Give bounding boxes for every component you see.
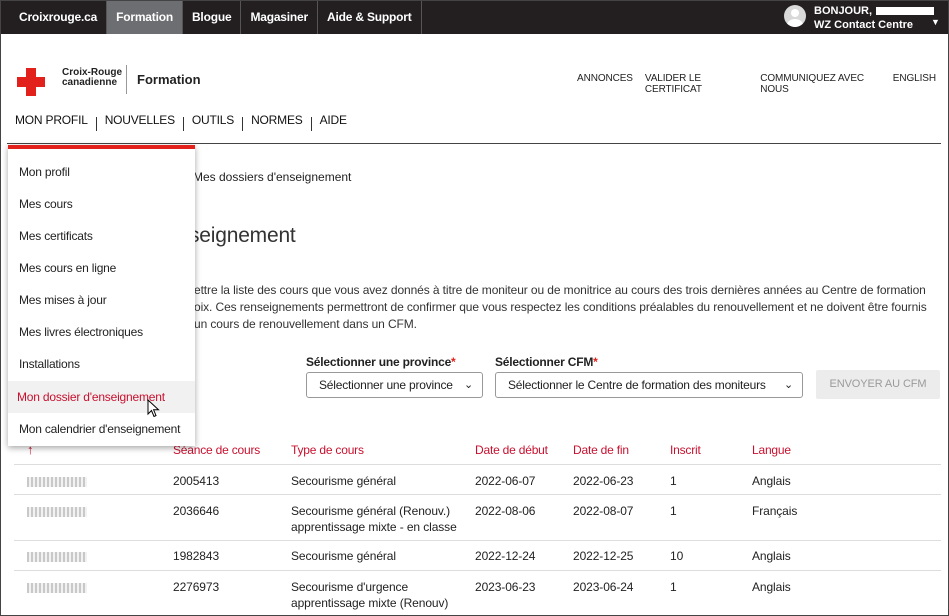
nav-divider xyxy=(95,117,97,131)
org-name[interactable]: Croix-Rouge canadienne xyxy=(62,68,122,88)
col-type[interactable]: Type de cours xyxy=(291,443,364,457)
red-cross-logo-icon[interactable] xyxy=(17,68,45,96)
cell-seance: 2005413 xyxy=(173,474,220,488)
cell-langue: Anglais xyxy=(752,549,791,563)
menu-item-livres-electroniques[interactable]: Mes livres électroniques xyxy=(19,325,143,339)
redacted-id xyxy=(27,583,87,593)
menu-item-mes-certificats[interactable]: Mes certificats xyxy=(19,229,93,243)
cell-fin: 2022-08-07 xyxy=(573,504,634,518)
topnav-aide-support[interactable]: Aide & Support xyxy=(318,1,422,34)
breadcrumb: Mes dossiers d'enseignement xyxy=(193,170,352,184)
nav-nouvelles[interactable]: NOUVELLES xyxy=(105,113,175,131)
row-divider xyxy=(14,540,941,541)
cell-inscrit: 1 xyxy=(670,580,677,594)
send-to-cfm-button[interactable]: ENVOYER AU CFM xyxy=(816,370,940,399)
cell-type: Secourisme général xyxy=(291,549,396,563)
cfm-select[interactable]: Sélectionner le Centre de formation des … xyxy=(495,372,803,398)
link-english[interactable]: ENGLISH xyxy=(893,73,936,95)
row-divider xyxy=(14,570,941,571)
chevron-down-icon: ⌄ xyxy=(783,379,793,391)
nav-outils[interactable]: OUTILS xyxy=(192,113,234,131)
user-greeting: BONJOUR, xyxy=(814,5,873,17)
user-menu[interactable]: BONJOUR, WZ Contact Centre xyxy=(784,4,935,32)
menu-item-dossier-enseignement[interactable]: Mon dossier d'enseignement xyxy=(8,381,195,413)
cell-seance: 2276973 xyxy=(173,580,220,594)
cell-fin: 2023-06-24 xyxy=(573,580,634,594)
cell-debut: 2022-12-24 xyxy=(475,549,536,563)
cell-debut: 2022-08-06 xyxy=(475,504,536,518)
cell-fin: 2022-06-23 xyxy=(573,474,634,488)
topnav-croixrouge[interactable]: Croixrouge.ca xyxy=(10,1,108,34)
nav-normes[interactable]: NORMES xyxy=(251,113,303,131)
nav-underline xyxy=(7,143,941,144)
main-nav: MON PROFIL NOUVELLES OUTILS NORMES AIDE xyxy=(15,113,347,131)
logo-divider xyxy=(126,65,127,94)
nav-divider xyxy=(310,117,312,131)
topnav-formation[interactable]: Formation xyxy=(107,1,183,34)
nav-divider xyxy=(182,117,184,131)
cell-type: Secourisme général xyxy=(291,474,396,488)
nav-divider xyxy=(242,117,244,131)
menu-item-mes-mises-a-jour[interactable]: Mes mises à jour xyxy=(19,293,107,307)
user-org: WZ Contact Centre xyxy=(814,19,913,31)
province-label: Sélectionner une province* xyxy=(306,355,456,369)
menu-item-mon-profil[interactable]: Mon profil xyxy=(19,165,70,179)
cell-inscrit: 10 xyxy=(670,549,684,563)
cell-type: Secourisme d'urgence apprentissage mixte… xyxy=(291,580,449,610)
menu-item-installations[interactable]: Installations xyxy=(19,357,80,371)
cell-type: Secourisme général (Renouv.) apprentissa… xyxy=(291,504,457,534)
province-select[interactable]: Sélectionner une province ⌄ xyxy=(306,372,483,398)
redacted-id xyxy=(27,477,87,487)
menu-item-mes-cours-en-ligne[interactable]: Mes cours en ligne xyxy=(19,261,116,275)
cell-inscrit: 1 xyxy=(670,504,677,518)
cell-langue: Anglais xyxy=(752,580,791,594)
cell-debut: 2023-06-23 xyxy=(475,580,536,594)
redacted-name xyxy=(876,7,935,16)
topnav-blogue[interactable]: Blogue xyxy=(183,1,242,34)
cell-langue: Anglais xyxy=(752,474,791,488)
top-nav: Croixrouge.ca Formation Blogue Magasiner… xyxy=(10,1,422,34)
chevron-down-icon: ⌄ xyxy=(463,379,473,391)
cell-fin: 2022-12-25 xyxy=(573,549,634,563)
row-divider xyxy=(14,494,941,495)
cell-debut: 2022-06-07 xyxy=(475,474,536,488)
nav-mon-profil[interactable]: MON PROFIL xyxy=(15,113,88,131)
col-langue[interactable]: Langue xyxy=(752,443,791,457)
col-date-debut[interactable]: Date de début xyxy=(475,443,548,457)
link-valider-certificat[interactable]: VALIDER LE CERTIFICAT xyxy=(645,73,748,95)
cell-seance: 2036646 xyxy=(173,504,220,518)
top-bar: Croixrouge.ca Formation Blogue Magasiner… xyxy=(1,1,948,34)
link-annonces[interactable]: ANNONCES xyxy=(577,73,633,95)
nav-aide[interactable]: AIDE xyxy=(320,113,347,131)
row-divider xyxy=(14,464,941,465)
user-avatar-icon[interactable] xyxy=(784,5,806,27)
col-inscrit[interactable]: Inscrit xyxy=(670,443,701,457)
menu-item-calendrier-enseignement[interactable]: Mon calendrier d'enseignement xyxy=(19,422,180,436)
topnav-magasiner[interactable]: Magasiner xyxy=(241,1,318,34)
profile-dropdown-menu: Mon profil Mes cours Mes certificats Mes… xyxy=(8,145,195,446)
cell-seance: 1982843 xyxy=(173,549,220,563)
link-communiquez[interactable]: COMMUNIQUEZ AVEC NOUS xyxy=(760,73,881,95)
cfm-label: Sélectionner CFM* xyxy=(495,355,598,369)
cell-langue: Français xyxy=(752,504,798,518)
redacted-id xyxy=(27,552,87,562)
col-date-fin[interactable]: Date de fin xyxy=(573,443,629,457)
menu-item-mes-cours[interactable]: Mes cours xyxy=(19,197,73,211)
page-title: seignement xyxy=(189,224,296,247)
intro-text: ettre la liste des cours que vous avez d… xyxy=(194,283,927,331)
redacted-id xyxy=(27,507,87,517)
mouse-pointer-icon xyxy=(147,399,160,418)
cell-inscrit: 1 xyxy=(670,474,677,488)
user-menu-caret-icon[interactable]: ▼ xyxy=(931,17,940,27)
site-name[interactable]: Formation xyxy=(137,72,201,87)
utility-links: ANNONCES VALIDER LE CERTIFICAT COMMUNIQU… xyxy=(577,73,948,95)
